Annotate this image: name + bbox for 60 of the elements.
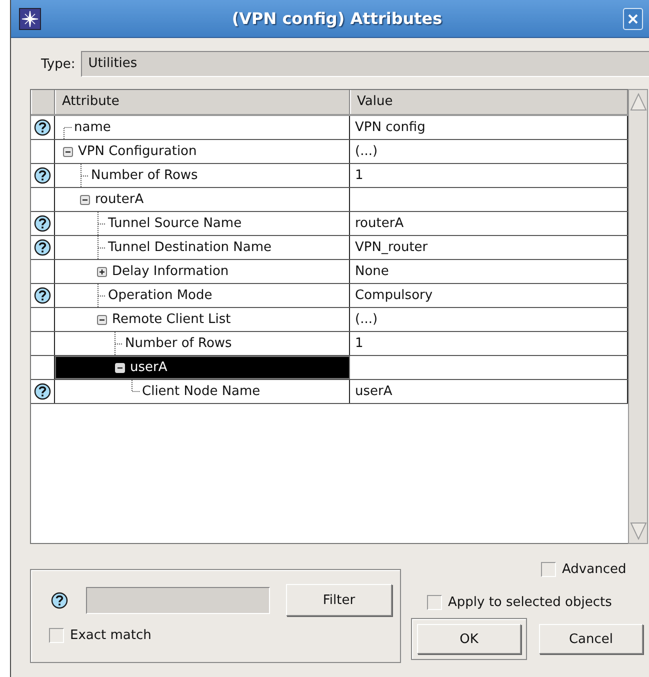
attribute-name: Tunnel Destination Name	[108, 240, 272, 255]
attribute-name: VPN Configuration	[78, 144, 197, 159]
checkbox[interactable]	[541, 562, 556, 577]
filter-button[interactable]: Filter	[286, 584, 392, 616]
help-icon[interactable]	[34, 239, 51, 256]
attribute-value: routerA	[355, 216, 404, 231]
attribute-value: userA	[355, 384, 392, 399]
minus-icon[interactable]	[63, 146, 73, 156]
column-header[interactable]: Attribute	[55, 90, 350, 114]
attribute-name: Operation Mode	[108, 288, 212, 303]
attribute-value: (...)	[355, 312, 378, 327]
attribute-value: VPN_router	[355, 240, 428, 255]
type-label: Type:	[40, 56, 76, 72]
filter-field[interactable]	[86, 586, 270, 614]
attribute-value: (...)	[355, 144, 378, 159]
minus-icon[interactable]	[80, 194, 90, 204]
minus-icon[interactable]	[97, 314, 107, 324]
attribute-name: Number of Rows	[91, 168, 198, 183]
attribute-name: Client Node Name	[142, 384, 260, 399]
tree-row[interactable]: Tunnel Destination Name	[55, 236, 350, 259]
attribute-value: Compulsory	[355, 288, 433, 303]
help-icon[interactable]	[51, 592, 68, 608]
checkbox[interactable]	[427, 595, 442, 610]
attribute-name: Delay Information	[112, 264, 229, 279]
close-icon[interactable]	[623, 8, 643, 30]
help-icon[interactable]	[34, 287, 51, 304]
checkbox-label: Apply to selected objects	[448, 595, 612, 610]
checkbox-label: Advanced	[562, 562, 626, 577]
dialog-button[interactable]: OK	[411, 618, 527, 660]
attribute-name: name	[74, 120, 111, 135]
attribute-value: None	[355, 264, 389, 279]
type-field: Utilities	[81, 51, 649, 77]
tree-row[interactable]: Remote Client List	[55, 308, 350, 331]
column-header[interactable]	[31, 90, 55, 114]
checkbox[interactable]	[49, 628, 64, 643]
plus-icon[interactable]	[97, 266, 107, 276]
attribute-value: 1	[355, 336, 364, 351]
attribute-name: routerA	[95, 192, 144, 207]
star-icon	[19, 8, 41, 30]
tree-row[interactable]: Tunnel Source Name	[55, 212, 350, 235]
attribute-value: 1	[355, 168, 364, 183]
attribute-name: Number of Rows	[125, 336, 232, 351]
attribute-value: VPN config	[355, 120, 426, 135]
tree-row[interactable]: VPN Configuration	[55, 140, 350, 163]
tree-row[interactable]: Delay Information	[55, 260, 350, 283]
help-icon[interactable]	[34, 119, 51, 136]
tree-row[interactable]: name	[55, 116, 350, 139]
attribute-name: Remote Client List	[112, 312, 231, 327]
help-icon[interactable]	[34, 215, 51, 232]
attribute-name: userA	[130, 360, 168, 375]
tree-row[interactable]: userA	[55, 356, 350, 379]
checkbox-label: Exact match	[70, 628, 152, 643]
help-icon[interactable]	[34, 167, 51, 184]
help-icon[interactable]	[34, 383, 51, 400]
tree-row[interactable]: Operation Mode	[55, 284, 350, 307]
attribute-name: Tunnel Source Name	[108, 216, 242, 231]
tree-row[interactable]: Number of Rows	[55, 164, 350, 187]
tree-row[interactable]: routerA	[55, 188, 350, 211]
window-title: (VPN config) Attributes	[230, 9, 444, 28]
tree-row[interactable]: Client Node Name	[55, 380, 350, 403]
